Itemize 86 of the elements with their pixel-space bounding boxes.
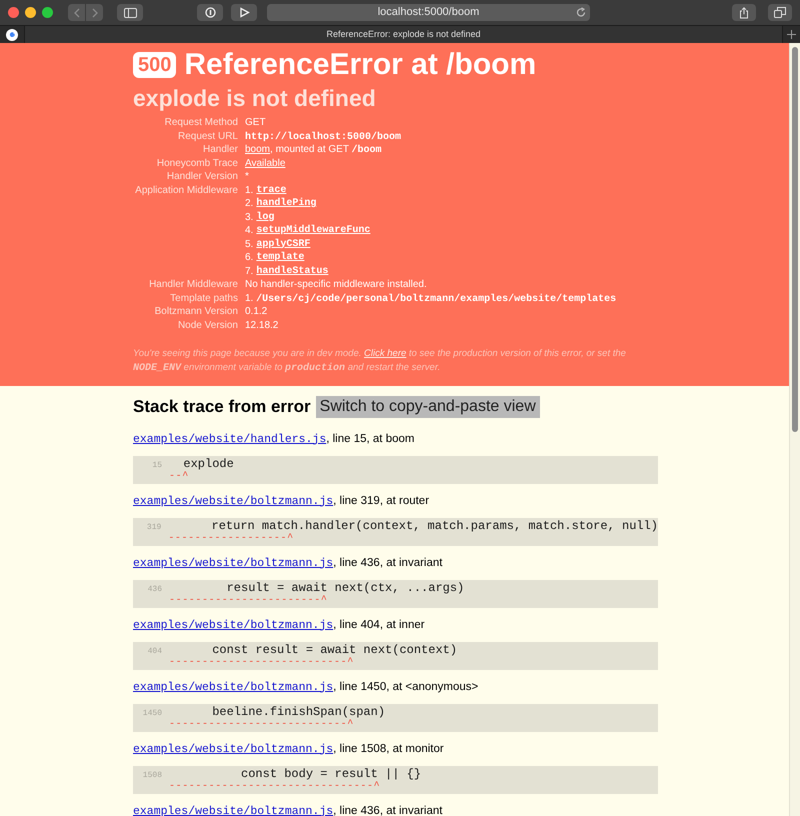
- frame-location: , line 404, at inner: [333, 618, 425, 630]
- tabs-button[interactable]: [768, 4, 792, 21]
- share-button[interactable]: [732, 4, 756, 21]
- file-link[interactable]: examples/website/boltzmann.js: [133, 494, 334, 508]
- detail-value: *: [245, 170, 250, 184]
- code-line: const body = result || {}: [240, 768, 422, 780]
- code-line: explode: [182, 458, 234, 470]
- detail-value: 12.18.2: [245, 318, 280, 332]
- code-line: result = await next(ctx, ...args): [226, 582, 464, 594]
- list-number: 4.: [245, 224, 254, 238]
- detail-label: Application Middleware: [134, 184, 238, 198]
- code-line: beeline.finishSpan(span): [211, 706, 386, 718]
- detail-label: Handler Middleware: [148, 278, 238, 292]
- error-caret: -----------------------^: [169, 594, 328, 606]
- detail-value: 0.1.2: [245, 305, 268, 318]
- file-link[interactable]: examples/website/boltzmann.js: [133, 618, 334, 632]
- error-caret: ---------------------------^: [169, 656, 355, 668]
- line-number: 15: [151, 460, 162, 472]
- error-title: ReferenceError at /boom: [184, 47, 536, 83]
- password-button[interactable]: [197, 4, 223, 21]
- address-text: localhost:5000/boom: [378, 5, 480, 20]
- tab-title: ReferenceError: explode is not defined: [326, 28, 481, 41]
- file-link[interactable]: examples/website/handlers.js: [133, 432, 326, 446]
- detail-label: Request URL: [176, 130, 238, 143]
- error-caret: -------------------------------^: [169, 780, 382, 792]
- sidebar-icon: [124, 8, 136, 18]
- line-number: 1508: [142, 770, 162, 782]
- close-window-icon[interactable]: [8, 7, 19, 18]
- chevron-right-icon: [92, 8, 98, 18]
- file-link[interactable]: examples/website/boltzmann.js: [133, 556, 334, 570]
- tabs-icon: [774, 7, 786, 18]
- detail-value: 1. /Users/cj/code/personal/boltzmann/examples/website/templates: [245, 292, 618, 305]
- error-caret: ------------------^: [168, 532, 295, 544]
- circle-icon: [204, 7, 216, 18]
- extension-button[interactable]: [231, 4, 257, 21]
- frame-location: , line 436, at invariant: [333, 556, 442, 568]
- file-link[interactable]: examples/website/boltzmann.js: [133, 742, 334, 756]
- file-link[interactable]: examples/website/boltzmann.js: [133, 804, 334, 816]
- minimize-window-icon[interactable]: [25, 7, 36, 18]
- code-line: const result = await next(context): [211, 644, 458, 656]
- frame-location: , line 436, at invariant: [333, 804, 442, 816]
- new-tab-icon[interactable]: [787, 30, 796, 39]
- line-number: 436: [146, 584, 162, 596]
- frame-location: , line 319, at router: [333, 494, 430, 506]
- frame-location: , line 1508, at monitor: [333, 742, 444, 754]
- status-badge: 500: [133, 52, 176, 78]
- play-icon: [238, 7, 250, 18]
- copy-paste-toggle-button[interactable]: Switch to copy-and-paste view: [316, 396, 540, 418]
- list-number: 6.: [245, 251, 254, 264]
- frame-location: , line 1450, at <anonymous>: [333, 680, 478, 692]
- detail-value: boom, mounted at GET /boom: [245, 143, 383, 156]
- detail-label: Template paths: [169, 292, 238, 305]
- line-number: 1450: [142, 708, 162, 720]
- file-link[interactable]: examples/website/boltzmann.js: [133, 680, 334, 694]
- back-button[interactable]: [68, 4, 85, 21]
- chevron-left-icon: [74, 8, 80, 18]
- zoom-window-icon[interactable]: [42, 7, 53, 18]
- list-number: 2.: [245, 197, 254, 210]
- line-number: 404: [146, 646, 162, 658]
- detail-label: Handler: [202, 143, 238, 156]
- detail-label: Boltzmann Version: [154, 305, 238, 318]
- sidebar-button[interactable]: [117, 4, 143, 21]
- share-icon: [739, 6, 749, 18]
- detail-value: http://localhost:5000/boom: [245, 130, 402, 143]
- list-number: 3.: [245, 210, 254, 224]
- detail-label: Honeycomb Trace: [156, 156, 238, 170]
- detail-value: No handler-specific middleware installed.: [245, 278, 428, 292]
- detail-label: Request Method: [164, 116, 238, 130]
- error-caret: --^: [169, 470, 190, 482]
- code-line: return match.handler(context, match.params, match.store, null): [210, 520, 658, 532]
- address-bar[interactable]: localhost:5000/boom: [267, 4, 590, 21]
- line-number: 319: [146, 522, 162, 534]
- list-number: 1.: [245, 184, 254, 197]
- error-message: explode is not defined: [133, 84, 377, 113]
- frame-location: , line 15, at boom: [326, 432, 414, 444]
- browser-tab[interactable]: ReferenceError: explode is not defined: [24, 26, 783, 43]
- dev-mode-notice: You're seeing this page because you are in dev mode. Click here to see the production version of this error, or set the NODE_ENV environment variable to production and restart the server.: [133, 347, 627, 376]
- section-heading: Stack trace from error: [133, 396, 311, 418]
- forward-button[interactable]: [86, 4, 103, 21]
- detail-label: Handler Version: [166, 170, 238, 184]
- list-number: 7.: [245, 264, 254, 278]
- reload-icon[interactable]: [576, 7, 586, 18]
- error-caret: ---------------------------^: [169, 718, 355, 730]
- detail-value: GET: [245, 116, 267, 130]
- detail-label: Node Version: [176, 318, 238, 332]
- list-number: 5.: [245, 238, 254, 251]
